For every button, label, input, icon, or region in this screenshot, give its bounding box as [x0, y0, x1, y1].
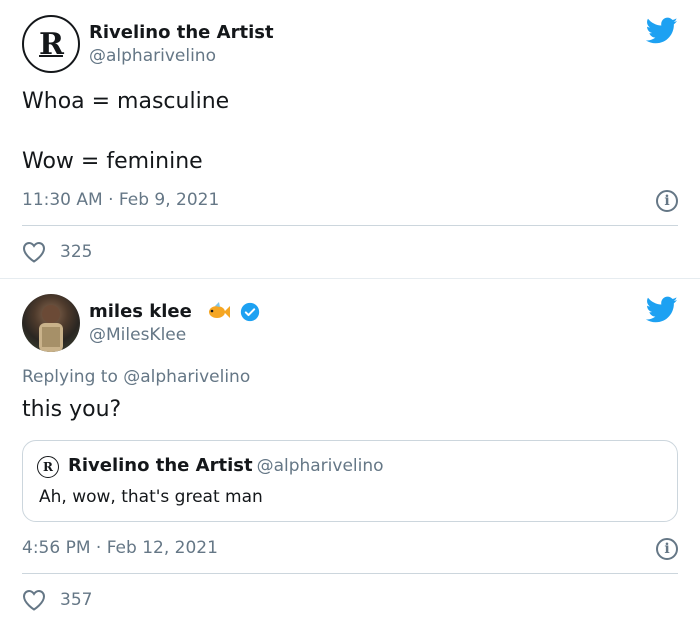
verified-badge-icon — [241, 302, 260, 322]
info-icon[interactable]: i — [656, 538, 678, 560]
tweet-timestamp[interactable]: 4:56 PM · Feb 12, 2021 — [22, 538, 218, 558]
heart-icon[interactable] — [22, 241, 46, 263]
tweet-text-line-2: Wow = feminine — [22, 149, 203, 174]
divider — [22, 573, 678, 574]
like-button[interactable]: 357 — [22, 589, 92, 611]
author-name[interactable]: Rivelino the Artist — [89, 22, 274, 43]
like-count: 357 — [60, 590, 93, 610]
quoted-tweet-text: Ah, wow, that's great man — [39, 487, 263, 507]
like-count: 325 — [60, 242, 93, 262]
replying-prefix: Replying to — [22, 367, 124, 387]
rivelino-avatar[interactable]: R — [22, 15, 80, 73]
quoted-author-handle: @alpharivelino — [256, 456, 384, 476]
quoted-author-name: Rivelino the Artist — [68, 455, 253, 476]
quoted-rivelino-avatar: R — [37, 456, 59, 478]
tweet-card-miles-klee[interactable]: miles klee @MilesKlee Replying to @alpha… — [0, 279, 700, 627]
tweet-text-line-1: Whoa = masculine — [22, 89, 230, 114]
tweet-card-rivelino[interactable]: R Rivelino the Artist @alpharivelino Who… — [0, 0, 700, 279]
quoted-author: Rivelino the Artist @alpharivelino — [68, 455, 384, 476]
author-name[interactable]: miles klee — [89, 301, 192, 322]
info-icon[interactable]: i — [656, 190, 678, 212]
like-button[interactable]: 325 — [22, 241, 92, 263]
heart-icon[interactable] — [22, 589, 46, 611]
tweet-timestamp[interactable]: 11:30 AM · Feb 9, 2021 — [22, 190, 219, 210]
divider — [22, 225, 678, 226]
replying-to: Replying to @alpharivelino — [22, 367, 250, 387]
author-handle[interactable]: @MilesKlee — [89, 325, 186, 345]
twitter-bird-icon[interactable] — [646, 17, 678, 45]
tweet-text: this you? — [22, 397, 122, 422]
author-handle[interactable]: @alpharivelino — [89, 46, 216, 66]
replying-handle-link[interactable]: @alpharivelino — [123, 367, 250, 387]
fish-emoji-icon — [209, 302, 231, 318]
author-name-row: miles klee — [89, 301, 260, 322]
twitter-bird-icon[interactable] — [646, 296, 678, 324]
miles-klee-avatar[interactable] — [22, 294, 80, 352]
quoted-tweet[interactable]: R Rivelino the Artist @alpharivelino Ah, … — [22, 440, 678, 522]
profile-photo — [39, 305, 63, 352]
